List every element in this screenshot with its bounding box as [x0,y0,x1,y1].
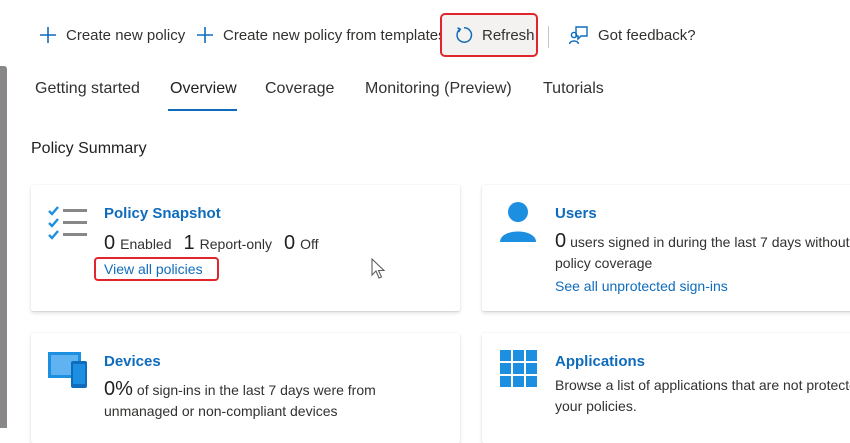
checklist-icon [48,206,87,240]
devices-text-line2: unmanaged or non-compliant devices [104,403,338,419]
users-count: 0 [555,230,567,252]
devices-percent: 0% [104,378,133,400]
feedback-icon [568,26,588,45]
devices-title[interactable]: Devices [104,353,161,370]
policy-counts: 0 Enabled 1 Report-only 0 Off [104,232,331,255]
mouse-cursor-icon [371,258,386,279]
applications-card: Applications Browse a list of applicatio… [482,333,850,443]
user-icon [500,202,536,242]
policy-snapshot-card: Policy Snapshot 0 Enabled 1 Report-only … [31,185,460,311]
command-bar: Create new policy Create new policy from… [0,13,850,57]
refresh-icon [456,27,473,43]
report-only-count: 1 [183,232,195,254]
left-panel-edge [0,66,7,428]
create-policy-button[interactable]: Create new policy [38,13,185,57]
view-all-policies-link[interactable]: View all policies [104,261,203,277]
create-from-template-button[interactable]: Create new policy from templates [195,13,446,57]
create-policy-label: Create new policy [66,26,186,44]
plus-icon [40,27,56,43]
app-grid-icon [500,350,537,387]
applications-title[interactable]: Applications [555,353,645,370]
refresh-button[interactable]: Refresh [440,13,538,57]
users-card: Users 0 users signed in during the last 7… [482,185,850,311]
applications-description: Browse a list of applications that are n… [555,375,850,417]
tab-overview[interactable]: Overview [170,80,237,98]
devices-card: Devices 0% of sign-ins in the last 7 days… [31,333,460,443]
feedback-button[interactable]: Got feedback? [568,13,696,57]
plus-icon [197,27,213,43]
feedback-label: Got feedback? [598,26,696,44]
tab-bar: Getting started Overview Coverage Monito… [0,80,850,111]
toolbar-separator [548,26,549,48]
devices-text-line1: of sign-ins in the last 7 days were from [136,382,376,398]
report-only-label: Report-only [199,236,273,252]
users-text-line2: policy coverage [555,255,653,271]
enabled-count: 0 [104,232,116,254]
tab-coverage[interactable]: Coverage [265,80,334,98]
users-description: 0 users signed in during the last 7 days … [555,231,850,274]
tab-tutorials[interactable]: Tutorials [543,80,604,98]
tab-getting-started[interactable]: Getting started [35,80,140,98]
tab-monitoring[interactable]: Monitoring (Preview) [365,80,512,98]
create-from-template-label: Create new policy from templates [223,26,446,44]
view-all-policies-highlight: View all policies [94,257,219,281]
enabled-label: Enabled [120,236,172,252]
devices-icon [48,352,87,388]
users-title[interactable]: Users [555,205,597,222]
policy-snapshot-title[interactable]: Policy Snapshot [104,205,221,222]
section-title: Policy Summary [31,140,147,157]
unprotected-sign-ins-link[interactable]: See all unprotected sign-ins [555,278,728,294]
off-count: 0 [284,232,296,254]
users-text-line1: users signed in during the last 7 days w… [570,234,850,250]
off-label: Off [300,236,319,252]
active-tab-indicator [168,109,237,111]
applications-text-line2: your policies. [555,398,637,414]
devices-description: 0% of sign-ins in the last 7 days were fr… [104,379,376,422]
refresh-label: Refresh [482,26,535,44]
applications-text-line1: Browse a list of applications that are n… [555,377,850,393]
